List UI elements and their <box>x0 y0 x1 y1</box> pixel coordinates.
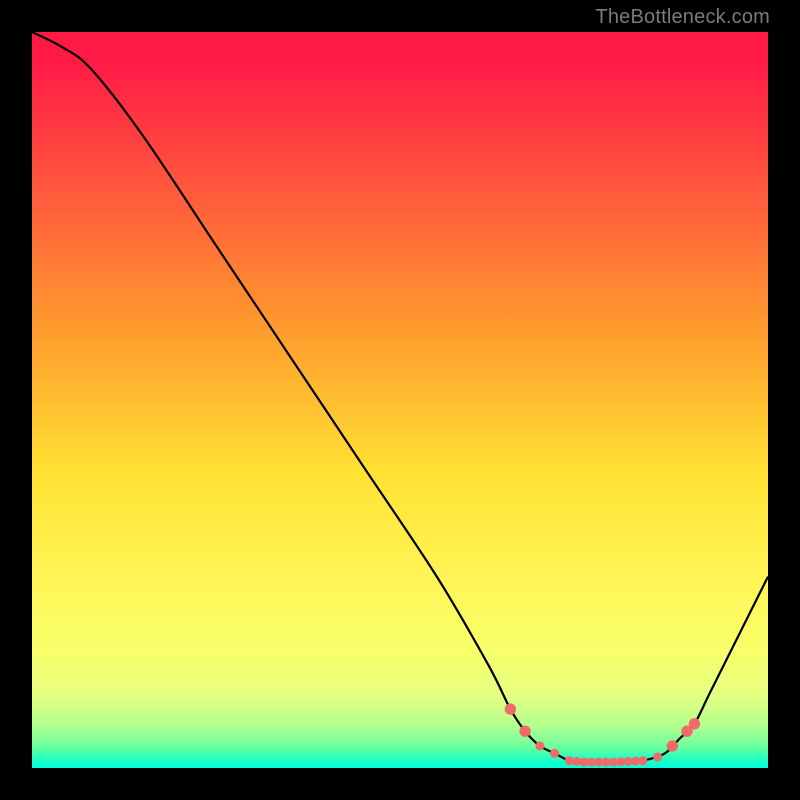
curve-marker <box>639 757 647 765</box>
curve-marker <box>617 758 625 766</box>
chart-area <box>32 32 768 768</box>
outer-frame: TheBottleneck.com <box>0 0 800 800</box>
curve-marker <box>609 758 617 766</box>
watermark-text: TheBottleneck.com <box>595 6 770 29</box>
curve-marker <box>565 757 573 765</box>
curve-marker <box>505 704 515 714</box>
curve-marker <box>632 757 640 765</box>
curve-marker <box>573 757 581 765</box>
curve-marker <box>667 741 677 751</box>
curve-markers <box>505 704 699 766</box>
chart-svg <box>32 32 768 768</box>
curve-marker <box>551 749 559 757</box>
curve-marker <box>580 758 588 766</box>
curve-marker <box>689 719 699 729</box>
curve-marker <box>587 758 595 766</box>
curve-marker <box>536 742 544 750</box>
curve-marker <box>595 758 603 766</box>
curve-marker <box>624 757 632 765</box>
curve-marker <box>602 758 610 766</box>
curve-marker <box>520 726 530 736</box>
bottleneck-curve <box>32 32 768 762</box>
curve-marker <box>654 753 662 761</box>
